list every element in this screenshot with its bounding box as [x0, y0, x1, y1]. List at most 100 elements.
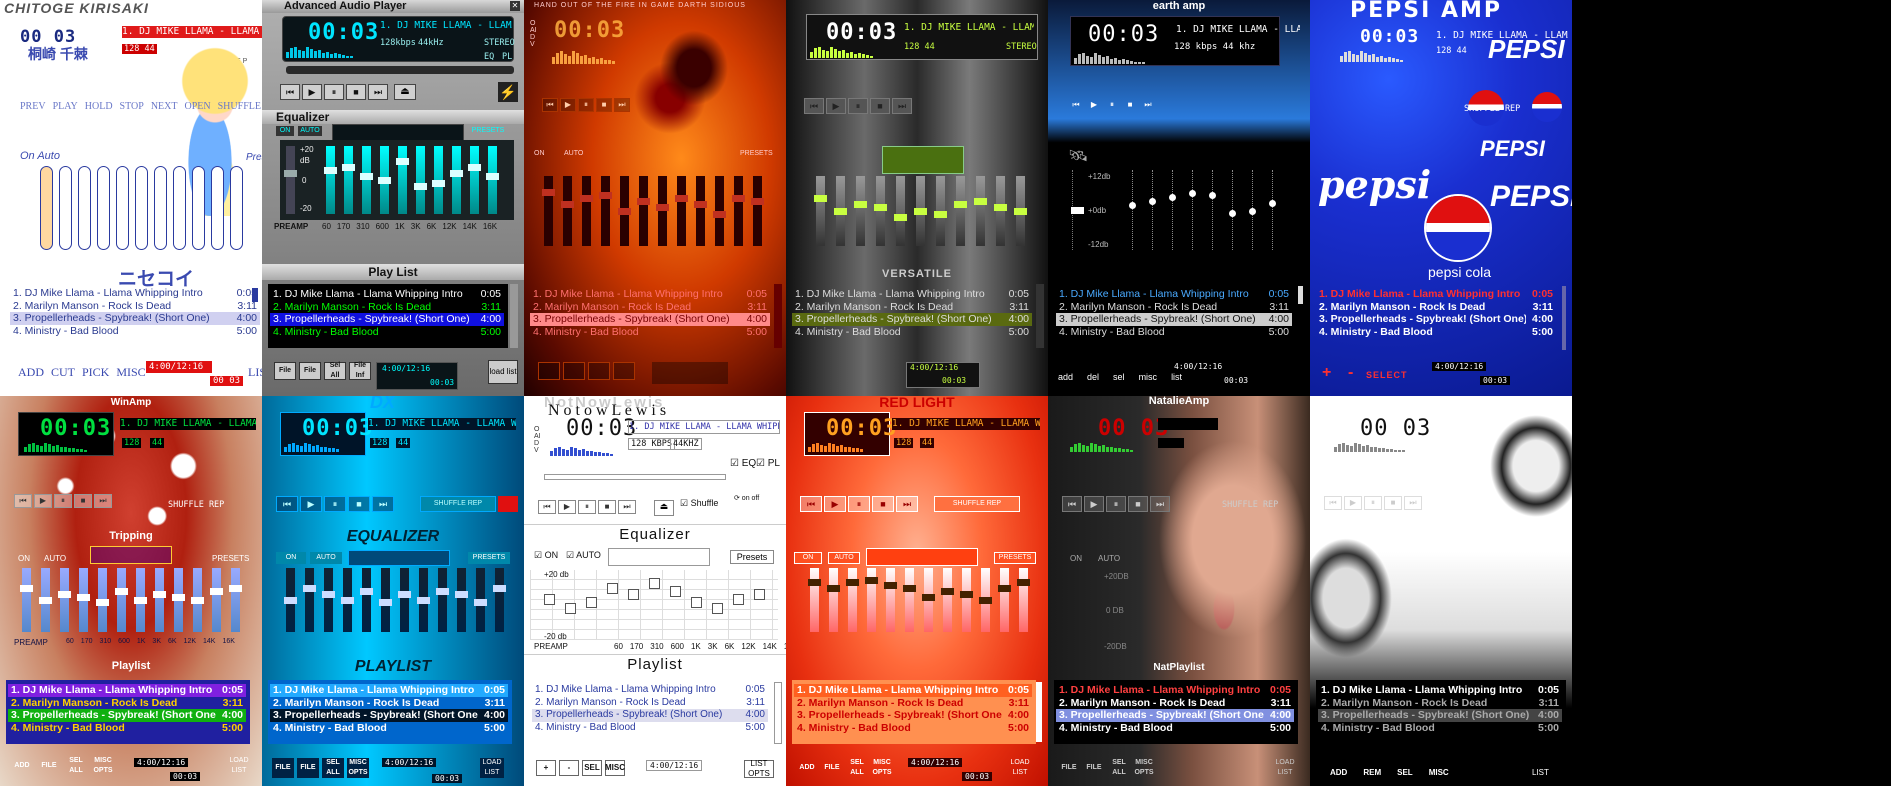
eq-slider[interactable] — [360, 146, 373, 214]
eq-slider-knob[interactable] — [153, 591, 166, 598]
stop-button[interactable]: ■ — [348, 496, 370, 512]
playlist-row[interactable]: 2. Marilyn Manson - Rock Is Dead 3:11 — [8, 697, 246, 710]
eq-slider-knob[interactable] — [1209, 192, 1216, 199]
eq-slider-knob[interactable] — [846, 579, 859, 586]
playlist---button[interactable]: - — [559, 760, 579, 776]
playlist-sel-button[interactable]: SEL — [582, 760, 602, 776]
shuffle-checkbox[interactable]: ☑ Shuffle — [680, 498, 718, 509]
eq-slider[interactable] — [1071, 170, 1084, 250]
eq-slider-knob[interactable] — [1229, 210, 1236, 217]
eq-auto-button[interactable]: AUTO — [298, 126, 322, 136]
playlist-rem-button[interactable]: REM — [1363, 768, 1381, 778]
eq-checkbox[interactable]: ☑ EQ — [730, 458, 756, 469]
eq-slider-knob[interactable] — [486, 173, 499, 180]
eq-slider-knob[interactable] — [450, 170, 463, 177]
eq-slider[interactable] — [378, 146, 391, 214]
next-button[interactable]: ⏭ — [1404, 496, 1422, 510]
eq-slider-knob[interactable] — [432, 180, 445, 187]
eq-slider[interactable] — [894, 176, 907, 246]
eq-slider-knob[interactable] — [324, 167, 337, 174]
eq-slider-knob[interactable] — [1017, 579, 1030, 586]
playlist-row[interactable]: 2. Marilyn Manson - Rock Is Dead 3:11 — [792, 301, 1032, 314]
prev-button[interactable]: ⏮ — [538, 500, 556, 514]
playlist-row[interactable]: 1. DJ Mike Llama - Llama Whipping Intro 0… — [10, 287, 260, 300]
eq-slider[interactable] — [173, 166, 186, 250]
pause-button[interactable]: ⏸ — [578, 500, 596, 514]
playlist-row[interactable]: 1. DJ Mike Llama - Llama Whipping Intro 0… — [1318, 684, 1562, 697]
playlist-row[interactable]: 4. Ministry - Bad Blood 5:00 — [10, 325, 260, 338]
eq-slider-knob[interactable] — [974, 198, 987, 205]
prev-button[interactable]: ⏮ — [804, 98, 824, 114]
playlist-row[interactable]: 3. Propellerheads - Spybreak! (Short One… — [1318, 709, 1562, 722]
eq-slider-knob[interactable] — [39, 597, 52, 604]
eq-slider-knob[interactable] — [874, 204, 887, 211]
playlist-row[interactable]: 4. Ministry - Bad Blood 5:00 — [530, 326, 770, 339]
eq-slider-knob[interactable] — [732, 195, 745, 202]
eq-slider-knob[interactable] — [396, 158, 409, 165]
eq-slider-knob[interactable] — [998, 585, 1011, 592]
next-button[interactable]: ⏭ — [618, 500, 636, 514]
eq-slider-knob[interactable] — [172, 594, 185, 601]
playlist-row[interactable]: 3. Propellerheads - Spybreak! (Short One… — [1056, 709, 1294, 722]
eq-slider-knob[interactable] — [322, 591, 335, 598]
next-button[interactable]: ⏭ — [1150, 496, 1170, 512]
eq-slider-knob[interactable] — [865, 577, 878, 584]
eq-slider-knob[interactable] — [814, 195, 827, 202]
eq-slider[interactable] — [542, 176, 555, 246]
playlist-row[interactable]: 4. Ministry - Bad Blood 5:00 — [794, 722, 1032, 735]
eq-slider-knob[interactable] — [751, 198, 764, 205]
play-button[interactable]: ▶ — [1086, 98, 1102, 112]
eq-slider[interactable] — [303, 568, 316, 632]
eq-slider-knob[interactable] — [713, 211, 726, 218]
eq-slider[interactable] — [432, 146, 445, 214]
eq-slider[interactable] — [192, 166, 205, 250]
eq-slider[interactable] — [914, 176, 927, 246]
eq-slider[interactable] — [998, 568, 1011, 632]
pause-button[interactable]: ⏸ — [848, 496, 870, 512]
playlist-row[interactable]: 1. DJ Mike Llama - Llama Whipping Intro 0… — [1056, 684, 1294, 697]
playlist-selall-button[interactable]: Sel All — [324, 362, 346, 380]
playlist-row[interactable]: 3. Propellerheads - Spybreak! (Short One… — [270, 709, 508, 722]
playlist-add-button[interactable]: ADD — [1330, 768, 1347, 778]
eq-slider-knob[interactable] — [1149, 198, 1156, 205]
playlist-row[interactable]: 4. Ministry - Bad Blood 5:00 — [1056, 326, 1292, 339]
eq-slider[interactable] — [808, 568, 821, 632]
stop-button[interactable]: ■ — [596, 98, 612, 112]
prev-button[interactable]: ⏮ — [1324, 496, 1342, 510]
eq-slider-knob[interactable] — [754, 589, 765, 600]
eq-slider[interactable] — [414, 146, 427, 214]
control-stop-button[interactable]: STOP — [120, 102, 144, 112]
playlist-scrollbar[interactable] — [1036, 682, 1042, 742]
playlist-row[interactable]: 1. DJ Mike Llama - Llama Whipping Intro 0… — [530, 288, 770, 301]
prev-button[interactable]: ⏮ — [280, 84, 300, 100]
seek-bar[interactable] — [544, 474, 726, 480]
eq-slider[interactable] — [934, 176, 947, 246]
eq-auto-checkbox[interactable]: ☑ AUTO — [566, 550, 601, 561]
eq-slider-knob[interactable] — [436, 588, 449, 595]
eq-slider-knob[interactable] — [934, 211, 947, 218]
eq-slider-knob[interactable] — [417, 597, 430, 604]
eq-presets-button[interactable]: PRESETS — [466, 126, 510, 136]
playlist-row[interactable]: 2. Marilyn Manson - Rock Is Dead 3:11 — [1056, 301, 1292, 314]
eq-slider-knob[interactable] — [414, 183, 427, 190]
playlist-file-button[interactable]: File — [274, 362, 296, 380]
eq-slider[interactable] — [210, 568, 223, 632]
playlist--button[interactable] — [613, 362, 635, 380]
eq-slider-knob[interactable] — [1014, 208, 1027, 215]
playlist-row[interactable]: 3. Propellerheads - Spybreak! (Short One… — [1056, 313, 1292, 326]
control-prev-button[interactable]: PREV — [20, 102, 46, 112]
eq-slider[interactable] — [40, 166, 53, 250]
eq-slider[interactable] — [846, 568, 859, 632]
eq-slider-knob[interactable] — [561, 201, 574, 208]
eq-slider[interactable] — [379, 568, 392, 632]
playlist-row[interactable]: 3. Propellerheads - Spybreak! (Short One… — [530, 313, 770, 326]
eq-slider[interactable] — [960, 568, 973, 632]
eq-slider-knob[interactable] — [96, 599, 109, 606]
playlist-row[interactable]: 4. Ministry - Bad Blood 5:00 — [270, 722, 508, 735]
stop-button[interactable]: ■ — [1128, 496, 1148, 512]
eq-slider[interactable] — [78, 166, 91, 250]
eq-slider[interactable] — [398, 568, 411, 632]
playlist-row[interactable]: 2. Marilyn Manson - Rock Is Dead 3:11 — [270, 697, 508, 710]
prev-button[interactable]: ⏮ — [14, 494, 32, 508]
eq-slider-knob[interactable] — [903, 585, 916, 592]
